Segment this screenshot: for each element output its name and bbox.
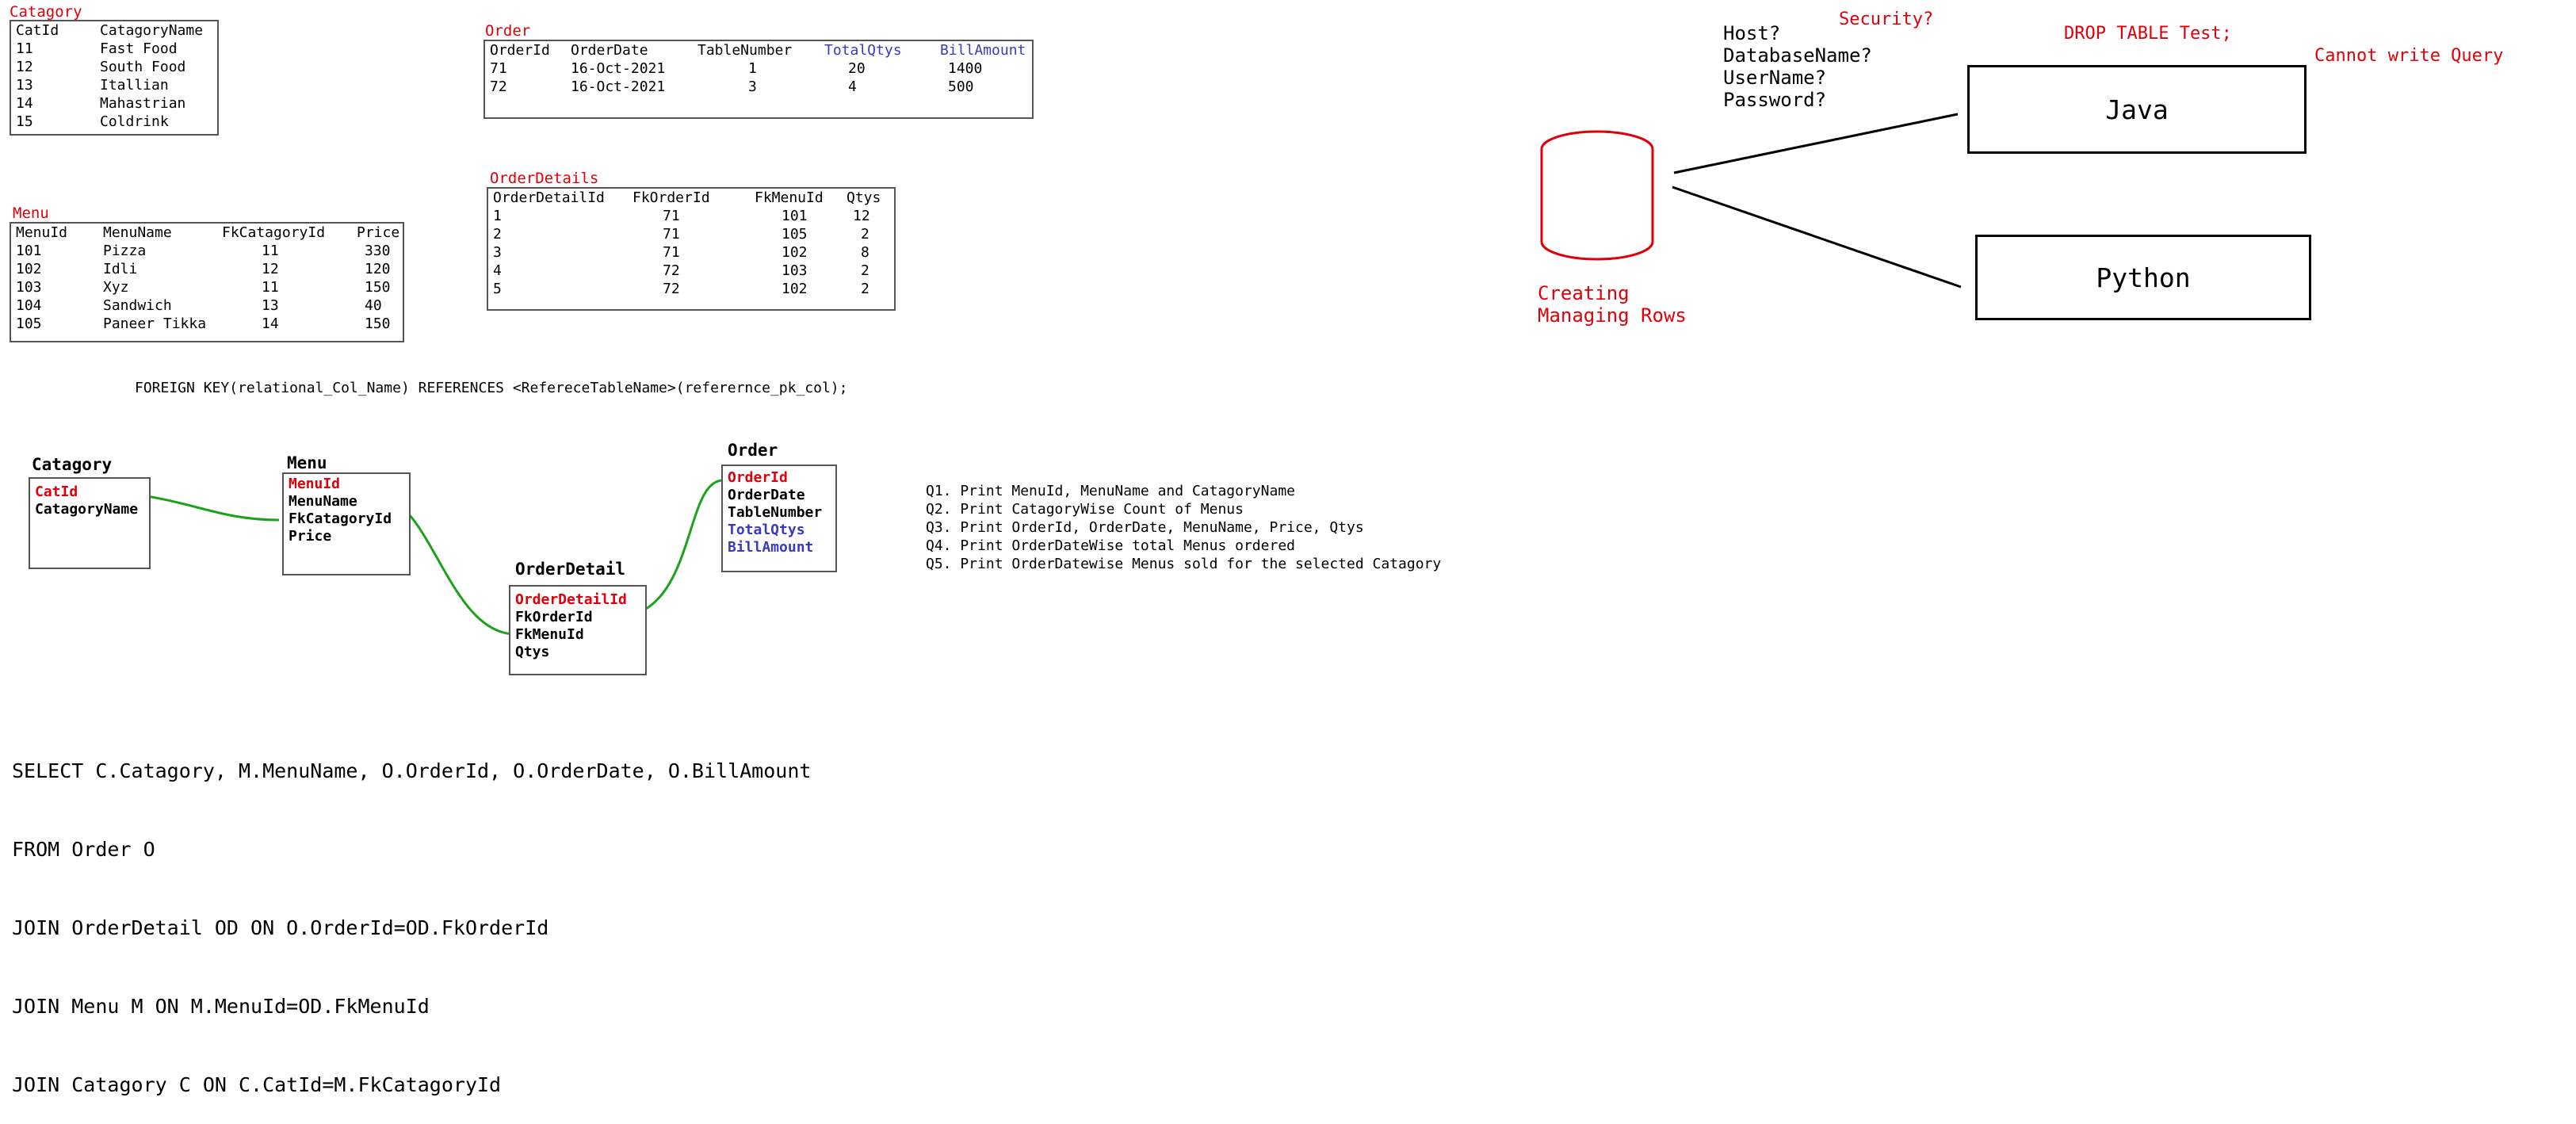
db-java-connector <box>1673 113 1959 174</box>
questions-list: Q1. Print MenuId, MenuName and CatagoryN… <box>926 482 1441 573</box>
er-orderdetail-pk: OrderDetailId <box>515 591 627 608</box>
drop-table-note: DROP TABLE Test; <box>2064 24 2232 44</box>
er-order-field: OrderDate <box>728 487 805 503</box>
security-note: Security? <box>1839 10 1934 29</box>
er-orderdetail-field: Qtys <box>515 644 550 660</box>
er-orderdetail-field: FkMenuId <box>515 626 584 643</box>
er-menu-box: MenuId MenuName FkCatagoryId Price <box>282 472 411 575</box>
question-item: Q5. Print OrderDatewise Menus sold for t… <box>926 556 1442 572</box>
sql-line: JOIN OrderDetail OD ON O.OrderId=OD.FkOr… <box>12 916 549 939</box>
sql-line: JOIN Catagory C ON C.CatId=M.FkCatagoryI… <box>12 1073 502 1096</box>
sql-query: SELECT C.Catagory, M.MenuName, O.OrderId… <box>12 705 811 1124</box>
er-orderdetail-field: FkOrderId <box>515 609 593 625</box>
question-item: Q1. Print MenuId, MenuName and CatagoryN… <box>926 483 1295 499</box>
sql-line: FROM Order O <box>12 838 155 861</box>
connection-param: DatabaseName? <box>1723 44 1872 67</box>
connection-param: UserName? <box>1723 67 1827 89</box>
er-orderdetail-title: OrderDetail <box>515 560 626 579</box>
connection-params: Host? DatabaseName? UserName? Password? <box>1723 22 1872 111</box>
sql-line: SELECT C.Catagory, M.MenuName, O.OrderId… <box>12 759 812 782</box>
er-catagory-title: Catagory <box>32 455 113 474</box>
database-caption-line: Creating <box>1538 282 1630 304</box>
java-box: Java <box>1967 65 2307 154</box>
er-order-field: BillAmount <box>728 539 814 556</box>
er-menu-field: FkCatagoryId <box>289 510 392 527</box>
er-catagory-box: CatId CatagoryName <box>29 477 151 569</box>
er-menu-pk: MenuId <box>289 476 341 492</box>
er-order-title: Order <box>728 441 778 460</box>
er-menu-field: Price <box>289 528 332 545</box>
er-order-field: TotalQtys <box>728 522 805 538</box>
er-order-box: OrderId OrderDate TableNumber TotalQtys … <box>721 465 837 572</box>
er-menu-field: MenuName <box>289 493 357 510</box>
er-catagory-pk: CatId <box>35 484 78 500</box>
question-item: Q2. Print CatagoryWise Count of Menus <box>926 501 1244 518</box>
question-item: Q4. Print OrderDateWise total Menus orde… <box>926 537 1295 554</box>
connection-param: Password? <box>1723 89 1827 111</box>
sql-line: JOIN Menu M ON M.MenuId=OD.FkMenuId <box>12 995 430 1018</box>
er-orderdetail-box: OrderDetailId FkOrderId FkMenuId Qtys <box>509 585 647 675</box>
database-caption-line: Managing Rows <box>1538 304 1687 327</box>
database-caption: Creating Managing Rows <box>1538 282 1687 327</box>
er-order-pk: OrderId <box>728 469 788 486</box>
er-order-field: TableNumber <box>728 504 823 521</box>
er-catagory-field: CatagoryName <box>35 501 139 518</box>
er-menu-title: Menu <box>287 453 327 472</box>
question-item: Q3. Print OrderId, OrderDate, MenuName, … <box>926 519 1364 536</box>
python-box: Python <box>1975 235 2311 320</box>
database-cylinder-body <box>1540 149 1654 261</box>
db-python-connector <box>1672 185 1962 289</box>
cannot-write-query-note: Cannot write Query <box>2314 46 2504 66</box>
